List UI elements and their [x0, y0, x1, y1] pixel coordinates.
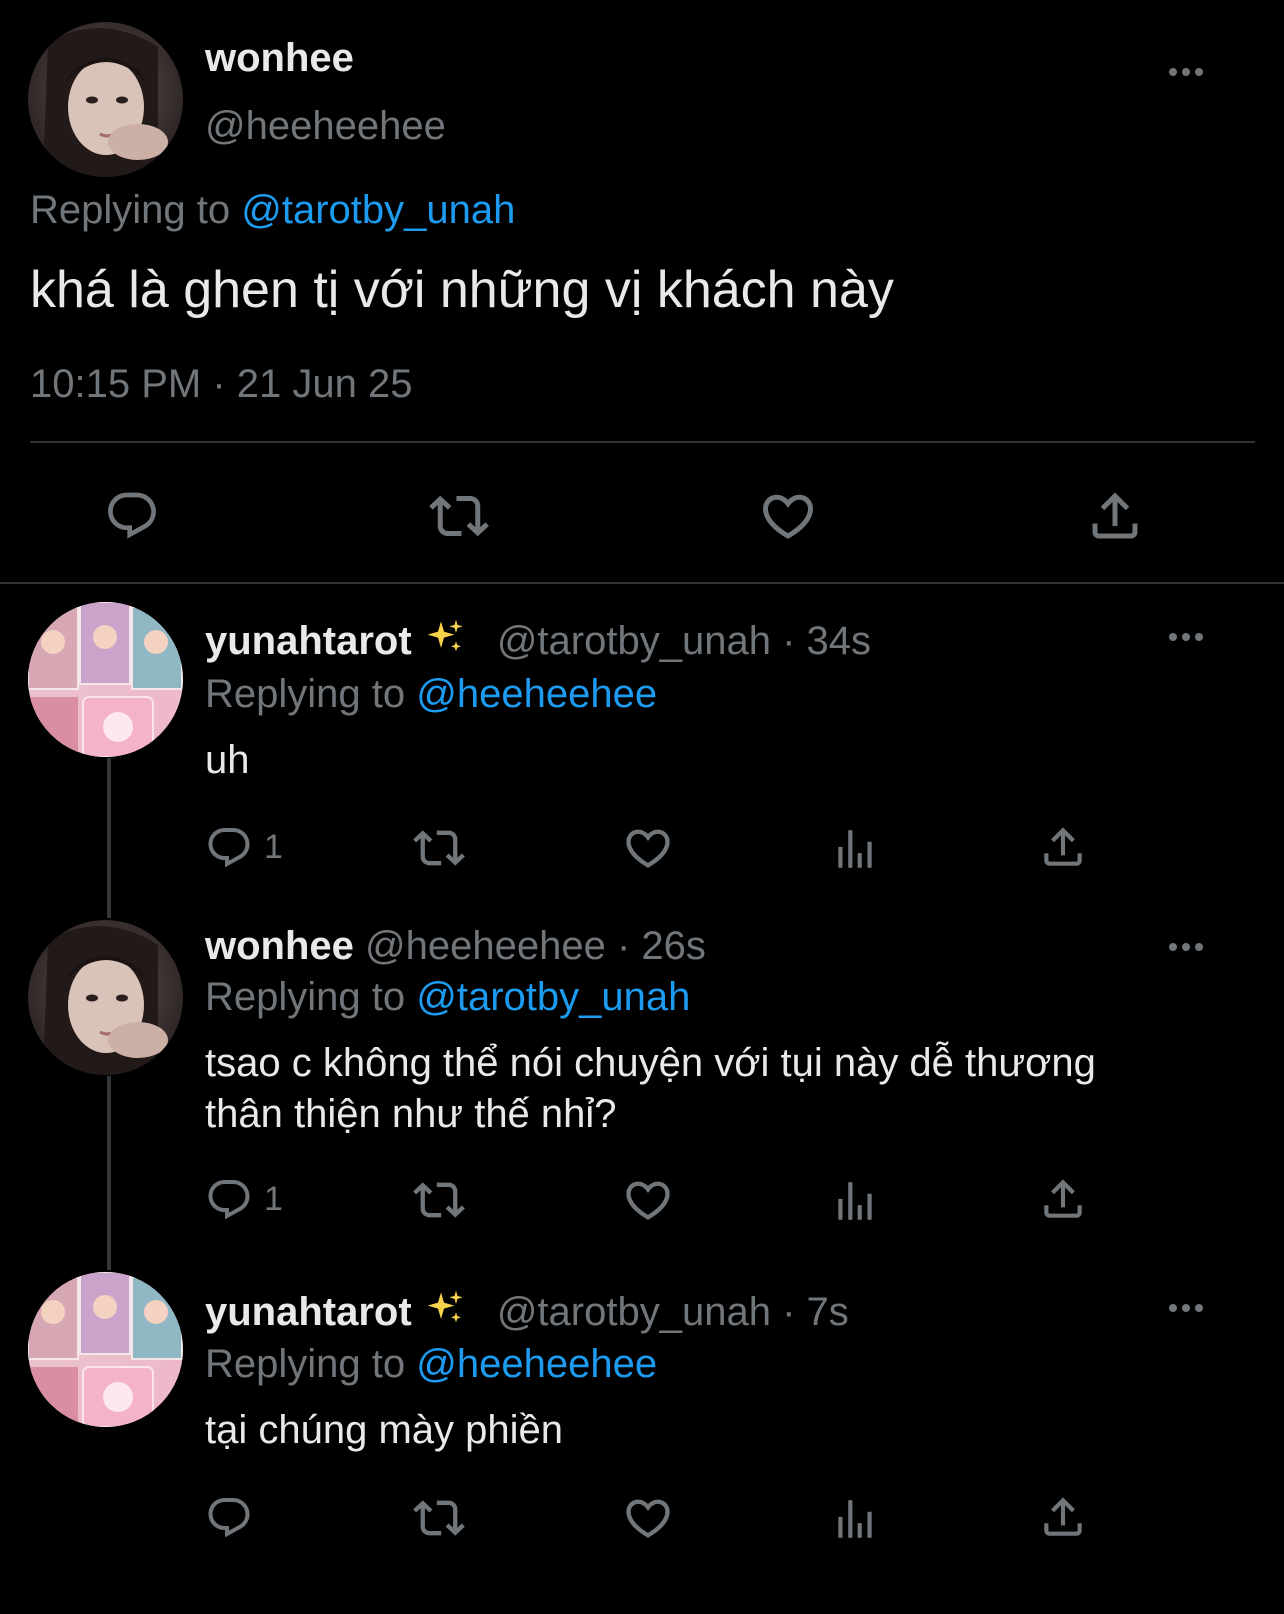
- replying-to-line: Replying to @heeheehee: [205, 672, 657, 717]
- replying-to-line: Replying to @tarotby_unah: [205, 975, 690, 1020]
- replying-prefix: Replying to: [205, 975, 406, 1019]
- handle[interactable]: @heeheehee: [365, 924, 606, 968]
- avatar[interactable]: [28, 1272, 183, 1427]
- share-icon[interactable]: [1085, 486, 1145, 546]
- views-icon[interactable]: [830, 1494, 880, 1544]
- time-ago[interactable]: · 34s: [782, 619, 871, 663]
- replying-to-line: Replying to @tarotby_unah: [30, 188, 515, 233]
- mention-link[interactable]: @heeheehee: [416, 1342, 657, 1386]
- handle[interactable]: @tarotby_unah: [497, 1290, 771, 1334]
- reply-icon[interactable]: [205, 1494, 253, 1542]
- views-icon[interactable]: [830, 824, 880, 874]
- section-divider: [0, 582, 1284, 584]
- sparkles-icon: [426, 618, 466, 658]
- retweet-icon[interactable]: [426, 486, 492, 546]
- more-options-icon[interactable]: [1169, 943, 1203, 951]
- replying-prefix: Replying to: [205, 1342, 406, 1386]
- avatar[interactable]: [28, 22, 183, 177]
- avatar[interactable]: [28, 920, 183, 1075]
- more-options-icon[interactable]: [1169, 1304, 1203, 1312]
- heart-icon[interactable]: [622, 1492, 674, 1544]
- replying-prefix: Replying to: [30, 188, 231, 232]
- handle[interactable]: @tarotby_unah: [497, 619, 771, 663]
- tweet-text: uh: [205, 738, 250, 782]
- more-options-icon[interactable]: [1169, 633, 1203, 641]
- tweet-header: yunahtarot @tarotby_unah · 7s: [205, 1289, 849, 1335]
- more-options-icon[interactable]: [1169, 68, 1203, 76]
- reply-count: 1: [264, 1180, 283, 1218]
- heart-icon[interactable]: [622, 1174, 674, 1226]
- handle[interactable]: @heeheehee: [205, 104, 446, 149]
- mention-link[interactable]: @heeheehee: [416, 672, 657, 716]
- reply-icon[interactable]: [205, 1176, 253, 1224]
- retweet-icon[interactable]: [412, 822, 466, 874]
- display-name[interactable]: yunahtarot: [205, 1290, 412, 1334]
- tweet-header: wonhee @heeheehee · 26s: [205, 924, 706, 969]
- thread-line: [107, 1076, 111, 1270]
- tweet-text: khá là ghen tị với những vị khách này: [30, 261, 894, 319]
- tweet-text-line: thân thiện như thế nhỉ?: [205, 1092, 617, 1136]
- display-name[interactable]: wonhee: [205, 924, 354, 968]
- views-icon[interactable]: [830, 1176, 880, 1226]
- sparkles-icon: [426, 1289, 466, 1329]
- share-icon[interactable]: [1038, 822, 1088, 872]
- share-icon[interactable]: [1038, 1174, 1088, 1224]
- retweet-icon[interactable]: [412, 1174, 466, 1226]
- display-name[interactable]: wonhee: [205, 36, 354, 81]
- reply-count: 1: [264, 828, 283, 866]
- reply-icon[interactable]: [205, 824, 253, 872]
- share-icon[interactable]: [1038, 1492, 1088, 1542]
- divider: [30, 441, 1255, 443]
- thread-line: [107, 758, 111, 918]
- mention-link[interactable]: @tarotby_unah: [416, 975, 690, 1019]
- mention-link[interactable]: @tarotby_unah: [241, 188, 515, 232]
- timestamp[interactable]: 10:15 PM · 21 Jun 25: [30, 362, 412, 407]
- reply-icon[interactable]: [104, 488, 160, 544]
- retweet-icon[interactable]: [412, 1492, 466, 1544]
- replying-to-line: Replying to @heeheehee: [205, 1342, 657, 1387]
- tweet-text-line: tsao c không thể nói chuyện với tụi này …: [205, 1041, 1096, 1085]
- display-name[interactable]: yunahtarot: [205, 619, 412, 663]
- avatar[interactable]: [28, 602, 183, 757]
- replying-prefix: Replying to: [205, 672, 406, 716]
- heart-icon[interactable]: [758, 486, 818, 546]
- time-ago[interactable]: · 7s: [782, 1290, 849, 1334]
- time-ago[interactable]: · 26s: [617, 924, 706, 968]
- tweet-text: tại chúng mày phiền: [205, 1408, 564, 1452]
- heart-icon[interactable]: [622, 822, 674, 874]
- tweet-header: yunahtarot @tarotby_unah · 34s: [205, 618, 871, 664]
